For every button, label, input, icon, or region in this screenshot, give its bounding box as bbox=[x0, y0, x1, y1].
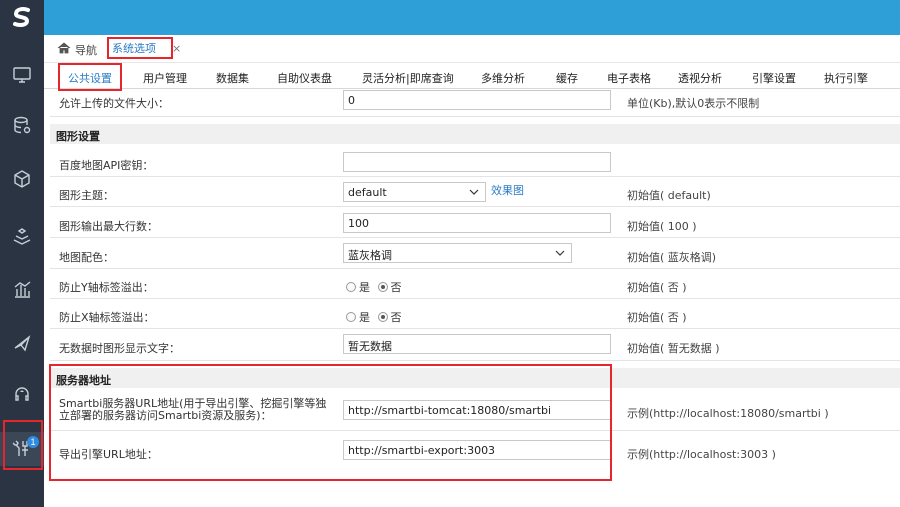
theme-label: 图形主题： bbox=[59, 189, 114, 202]
nav-label[interactable]: 导航 bbox=[75, 42, 97, 58]
chevron-down-icon bbox=[555, 250, 565, 256]
tab-olap[interactable]: 多维分析 bbox=[481, 70, 525, 86]
upload-size-hint: 单位(Kb),默认0表示不限制 bbox=[627, 97, 760, 110]
preview-link[interactable]: 效果图 bbox=[491, 182, 524, 198]
map-color-value: 蓝灰格调 bbox=[348, 249, 392, 262]
graph-section-header: 图形设置 bbox=[50, 124, 900, 144]
tab-adhoc-query[interactable]: 灵活分析|即席查询 bbox=[362, 70, 454, 86]
tab-general[interactable]: 公共设置 bbox=[68, 70, 112, 86]
monitor-icon[interactable] bbox=[0, 58, 44, 92]
tools-icon[interactable]: 1 bbox=[0, 432, 44, 466]
divider bbox=[50, 206, 900, 207]
map-color-hint: 初始值( 蓝灰格调) bbox=[627, 251, 717, 264]
y-overflow-no-radio[interactable] bbox=[377, 282, 388, 292]
map-color-label: 地图配色： bbox=[59, 251, 114, 264]
tab-engine-settings[interactable]: 引擎设置 bbox=[752, 70, 796, 86]
export-url-input[interactable]: http://smartbi-export:3003 bbox=[343, 440, 611, 460]
y-overflow-hint: 初始值( 否 ) bbox=[627, 281, 687, 294]
divider bbox=[50, 116, 900, 117]
y-overflow-radio-group: 是 否 bbox=[346, 279, 402, 295]
smartbi-logo[interactable] bbox=[0, 0, 44, 34]
upload-size-label: 允许上传的文件大小： bbox=[59, 97, 169, 110]
sidebar: 1 bbox=[0, 0, 44, 507]
divider bbox=[50, 430, 900, 431]
divider bbox=[50, 298, 900, 299]
home-icon[interactable] bbox=[57, 42, 71, 57]
tab-pivot[interactable]: 透视分析 bbox=[678, 70, 722, 86]
tab-execution-engine[interactable]: 执行引擎 bbox=[824, 70, 868, 86]
tab-user-management[interactable]: 用户管理 bbox=[143, 70, 187, 86]
divider bbox=[50, 268, 900, 269]
divider bbox=[50, 176, 900, 177]
divider bbox=[50, 328, 900, 329]
y-overflow-yes-radio[interactable] bbox=[346, 282, 356, 292]
baidu-key-label: 百度地图API密钥： bbox=[59, 159, 154, 172]
no-data-text-input[interactable]: 暂无数据 bbox=[343, 334, 611, 354]
cube-icon[interactable] bbox=[0, 162, 44, 196]
x-overflow-no-radio[interactable] bbox=[377, 312, 388, 322]
smartbi-url-label-line2: 立部署的服务器访问Smartbi资源及服务)： bbox=[59, 409, 272, 422]
export-url-hint: 示例(http://localhost:3003 ) bbox=[627, 448, 776, 461]
send-icon[interactable] bbox=[0, 326, 44, 360]
tab-spreadsheet[interactable]: 电子表格 bbox=[607, 70, 651, 86]
database-icon[interactable] bbox=[0, 108, 44, 142]
no-label: 否 bbox=[390, 281, 402, 294]
smartbi-url-hint: 示例(http://localhost:18080/smartbi ) bbox=[627, 407, 829, 420]
notification-badge: 1 bbox=[27, 436, 39, 448]
layers-icon[interactable] bbox=[0, 219, 44, 253]
divider bbox=[50, 237, 900, 238]
server-section-header: 服务器地址 bbox=[50, 368, 900, 388]
chevron-down-icon bbox=[469, 189, 479, 195]
no-data-text-label: 无数据时图形显示文字： bbox=[59, 342, 180, 355]
smartbi-url-label: Smartbi服务器URL地址(用于导出引擎、挖掘引擎等独 立部署的服务器访问S… bbox=[59, 398, 326, 422]
yes-label: 是 bbox=[359, 311, 370, 324]
top-bar bbox=[44, 0, 900, 35]
x-overflow-hint: 初始值( 否 ) bbox=[627, 311, 687, 324]
max-rows-label: 图形输出最大行数： bbox=[59, 220, 158, 233]
headset-icon[interactable] bbox=[0, 377, 44, 411]
upload-size-input[interactable]: 0 bbox=[343, 90, 611, 110]
divider bbox=[50, 360, 900, 361]
x-overflow-radio-group: 是 否 bbox=[346, 309, 402, 325]
y-overflow-label: 防止Y轴标签溢出： bbox=[59, 281, 154, 294]
bar-chart-icon[interactable] bbox=[0, 273, 44, 307]
map-color-select[interactable]: 蓝灰格调 bbox=[343, 243, 572, 263]
theme-select[interactable]: default bbox=[343, 182, 486, 202]
tab-dataset[interactable]: 数据集 bbox=[216, 70, 249, 86]
close-tab-icon[interactable]: × bbox=[172, 42, 181, 55]
export-url-label: 导出引擎URL地址： bbox=[59, 448, 158, 461]
theme-hint: 初始值( default) bbox=[627, 189, 711, 202]
max-rows-hint: 初始值( 100 ) bbox=[627, 220, 697, 233]
smartbi-logo-icon bbox=[13, 7, 30, 27]
yes-label: 是 bbox=[359, 281, 370, 294]
tab-dashboard[interactable]: 自助仪表盘 bbox=[277, 70, 332, 86]
tab-cache[interactable]: 缓存 bbox=[556, 70, 578, 86]
x-overflow-yes-radio[interactable] bbox=[346, 312, 356, 322]
max-rows-input[interactable]: 100 bbox=[343, 213, 611, 233]
theme-select-value: default bbox=[348, 186, 387, 199]
baidu-key-input[interactable] bbox=[343, 152, 611, 172]
x-overflow-label: 防止X轴标签溢出： bbox=[59, 311, 155, 324]
no-label: 否 bbox=[390, 311, 402, 324]
tab-system-options[interactable]: 系统选项 bbox=[112, 40, 156, 56]
smartbi-url-input[interactable]: http://smartbi-tomcat:18080/smartbi bbox=[343, 400, 611, 420]
no-data-text-hint: 初始值( 暂无数据 ) bbox=[627, 342, 720, 355]
